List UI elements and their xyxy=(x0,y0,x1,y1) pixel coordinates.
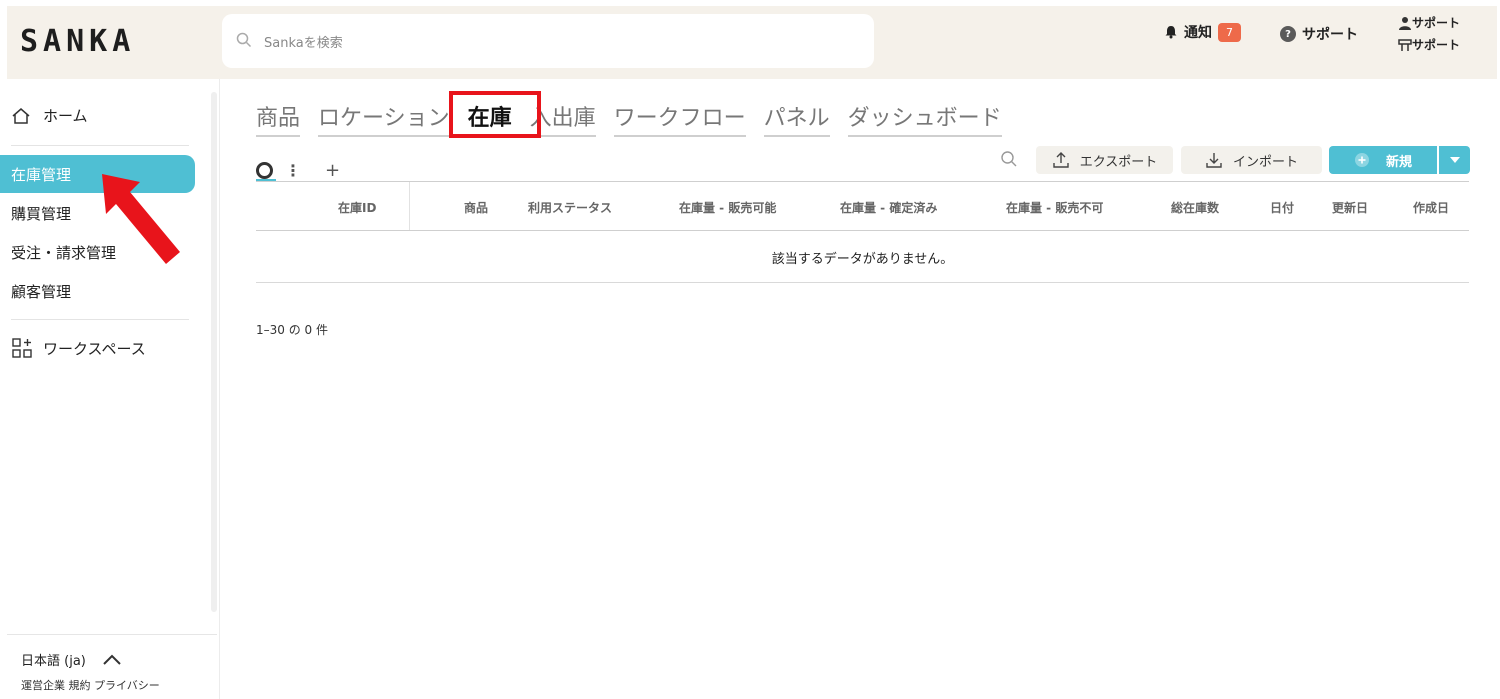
top-bar: SANKA Sankaを検索 xyxy=(7,6,1497,79)
tab-products[interactable]: 商品 xyxy=(256,100,301,137)
sidebar-divider-1 xyxy=(11,145,189,146)
export-label: エクスポート xyxy=(1079,154,1158,170)
sidebar-item-label: 顧客管理 xyxy=(11,283,72,301)
user-menu[interactable]: サポート サポート xyxy=(1398,12,1460,56)
apps-icon xyxy=(12,338,32,358)
sidebar-divider-2 xyxy=(11,319,189,320)
sidebar-divider xyxy=(219,79,220,699)
column-header-qty-available[interactable]: 在庫量 - 販売可能 xyxy=(679,199,776,216)
chevron-up-icon xyxy=(103,654,121,665)
sidebar-item-label: 購買管理 xyxy=(11,205,72,223)
pagination-summary: 1–30 の 0 件 xyxy=(256,323,328,337)
footer-links[interactable]: 運営企業 規約 プライバシー xyxy=(21,677,160,693)
view-switcher[interactable]: ⋮ + xyxy=(256,160,340,181)
sidebar-footer-divider xyxy=(7,634,217,635)
module-tabs: 商品 ロケーション 在庫 入出庫 ワークフロー パネル ダッシュボード xyxy=(256,100,1020,137)
notifications-button[interactable]: 通知 7 xyxy=(1164,22,1241,42)
user-icon xyxy=(1399,17,1411,30)
table-bottom-border xyxy=(256,282,1469,283)
user-name: サポート xyxy=(1412,16,1461,30)
new-label: 新規 xyxy=(1385,154,1412,170)
table-header-bottom-border xyxy=(256,230,1469,231)
view-circle-icon[interactable] xyxy=(256,162,273,179)
column-header-total-stock[interactable]: 総在庫数 xyxy=(1171,199,1219,216)
new-options-dropdown[interactable] xyxy=(1438,146,1470,174)
search-icon xyxy=(236,32,252,48)
new-button[interactable]: 新規 xyxy=(1329,146,1437,174)
notifications-badge: 7 xyxy=(1218,22,1241,42)
download-icon xyxy=(1206,153,1222,168)
annotation-arrow-icon xyxy=(102,174,180,264)
import-label: インポート xyxy=(1232,154,1298,170)
caret-down-icon xyxy=(1449,157,1460,163)
tab-dashboard[interactable]: ダッシュボード xyxy=(847,100,1002,137)
column-header-qty-unavailable[interactable]: 在庫量 - 販売不可 xyxy=(1006,199,1103,216)
search-input[interactable]: Sankaを検索 xyxy=(222,14,874,68)
add-view-icon[interactable]: + xyxy=(325,160,340,181)
empty-state-message: 該当するデータがありません。 xyxy=(771,252,954,267)
column-header-date[interactable]: 日付 xyxy=(1270,199,1294,216)
table-search-icon[interactable] xyxy=(1000,150,1018,168)
sidebar-scrollbar[interactable] xyxy=(211,92,217,612)
home-icon xyxy=(12,107,30,124)
search-placeholder: Sankaを検索 xyxy=(264,36,343,51)
sidebar-item-label: 在庫管理 xyxy=(11,165,72,184)
column-header-created-at[interactable]: 作成日 xyxy=(1413,199,1449,216)
brand-logo[interactable]: SANKA xyxy=(20,24,135,59)
sidebar-item-label: ワークスペース xyxy=(43,339,146,358)
sidebar-item-label: ホーム xyxy=(43,107,88,125)
sidebar-item-workspace[interactable]: ワークスペース xyxy=(11,337,146,359)
tab-workflow[interactable]: ワークフロー xyxy=(613,100,746,137)
help-icon: ? xyxy=(1280,26,1296,42)
support-button[interactable]: ? サポート xyxy=(1280,24,1358,44)
more-icon[interactable]: ⋮ xyxy=(285,161,301,180)
language-label: 日本語 (ja) xyxy=(21,654,86,669)
annotation-highlight-box xyxy=(449,91,541,138)
tab-panel[interactable]: パネル xyxy=(763,100,830,137)
export-button[interactable]: エクスポート xyxy=(1036,146,1173,174)
bell-icon xyxy=(1165,26,1177,39)
workspace-name: サポート xyxy=(1412,38,1461,52)
column-header-updated-at[interactable]: 更新日 xyxy=(1332,199,1368,216)
column-header-inventory-id[interactable]: 在庫ID xyxy=(338,199,376,216)
plus-circle-icon xyxy=(1354,153,1369,167)
column-header-status[interactable]: 利用ステータス xyxy=(528,199,612,216)
import-button[interactable]: インポート xyxy=(1181,146,1322,174)
column-header-product[interactable]: 商品 xyxy=(464,199,488,216)
table-column-separator xyxy=(409,182,410,230)
workspace-icon xyxy=(1398,39,1412,51)
upload-icon xyxy=(1052,152,1069,168)
app-frame: SANKA Sankaを検索 通知 7 ? サポート サポート サポート ホーム… xyxy=(0,0,1500,699)
sidebar-item-customers[interactable]: 顧客管理 xyxy=(11,281,71,302)
support-label: サポート xyxy=(1302,27,1358,43)
column-header-qty-committed[interactable]: 在庫量 - 確定済み xyxy=(840,199,937,216)
tab-locations[interactable]: ロケーション xyxy=(318,100,450,137)
table-header-top-border xyxy=(256,181,1469,182)
sidebar-item-home[interactable]: ホーム xyxy=(11,105,88,126)
sidebar-item-purchasing[interactable]: 購買管理 xyxy=(11,203,71,224)
notifications-label: 通知 xyxy=(1184,25,1212,41)
language-selector[interactable]: 日本語 (ja) xyxy=(21,650,122,669)
